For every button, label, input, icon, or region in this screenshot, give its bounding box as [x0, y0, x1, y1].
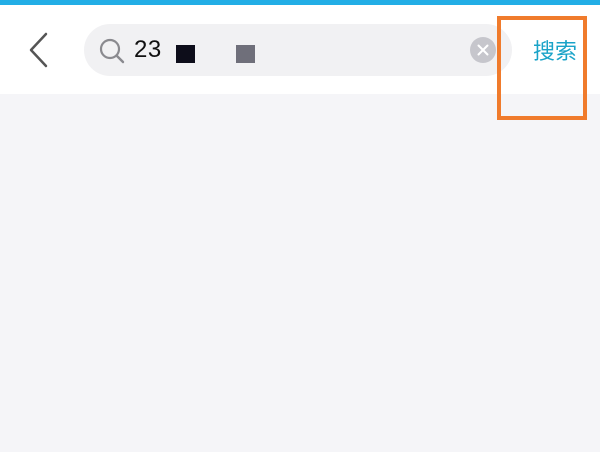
chevron-left-icon: [29, 32, 48, 68]
back-button[interactable]: [18, 27, 58, 73]
search-input-value: 23: [134, 36, 162, 63]
redacted-block: [176, 45, 195, 63]
results-area: [0, 94, 600, 452]
clear-search-button[interactable]: [470, 37, 496, 63]
search-button-label: 搜索: [533, 39, 578, 64]
search-icon: [99, 38, 125, 64]
search-input[interactable]: 23: [84, 24, 512, 76]
redacted-block: [236, 45, 255, 63]
close-icon: [477, 44, 489, 56]
